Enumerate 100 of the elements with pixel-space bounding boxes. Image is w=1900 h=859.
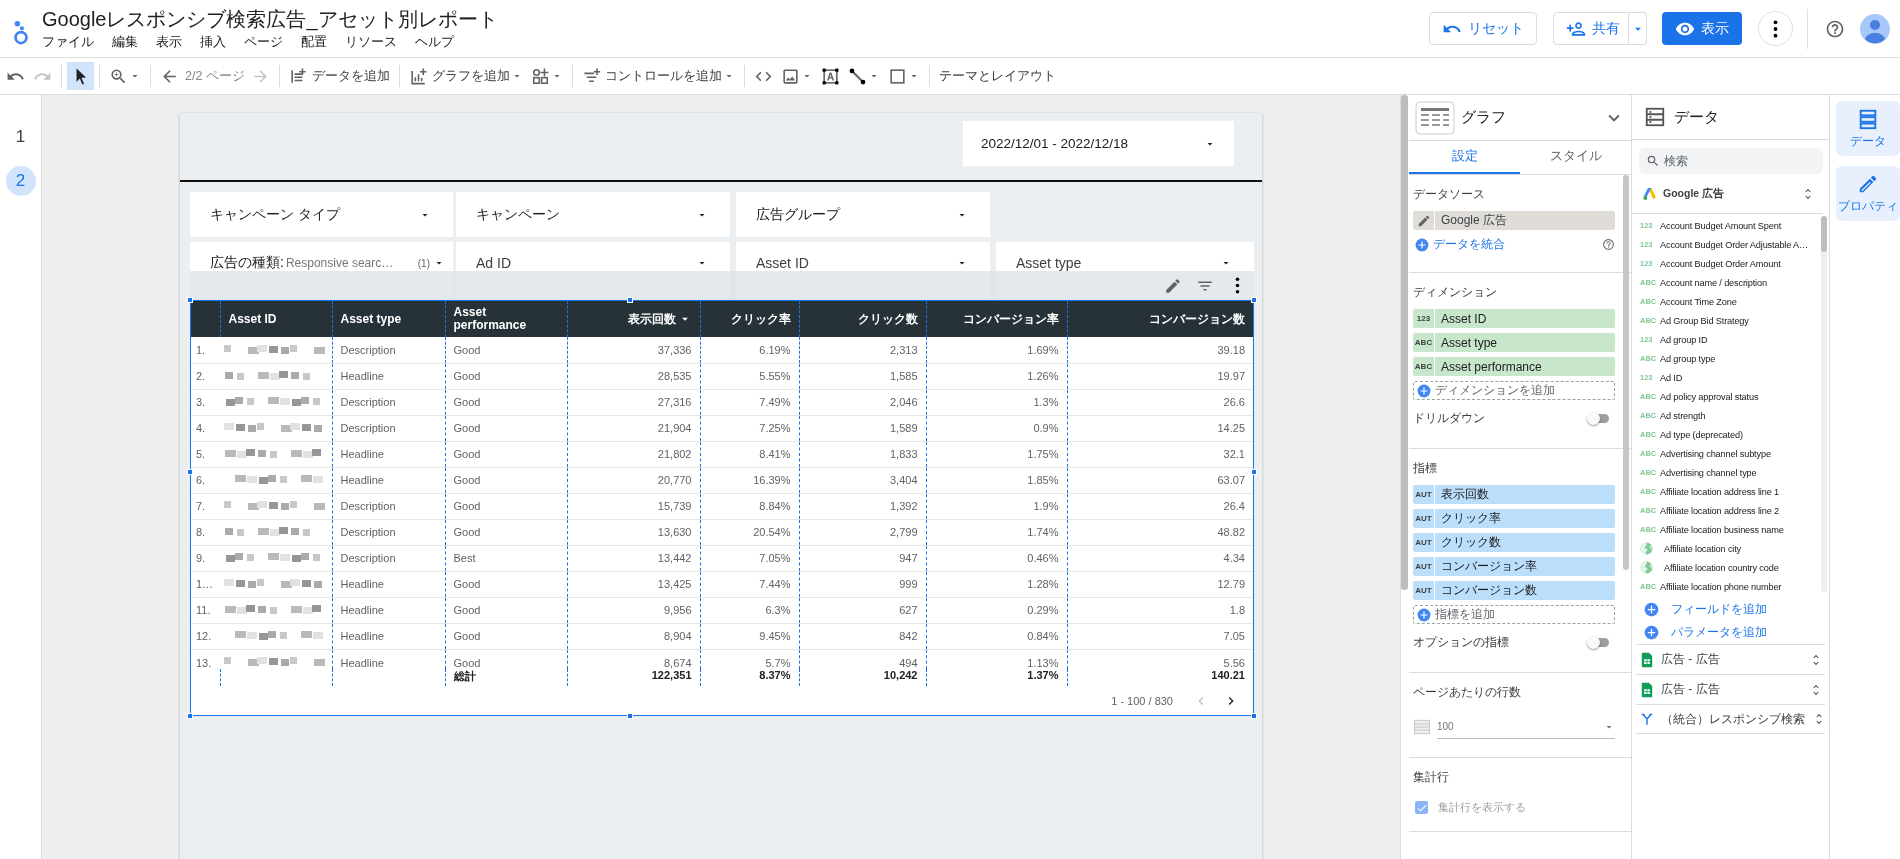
column-header[interactable]: Asset performance bbox=[445, 301, 567, 337]
toggle-switch[interactable] bbox=[1589, 638, 1609, 647]
table-cell: 32.1 bbox=[1067, 441, 1253, 467]
menu-item[interactable]: ページ bbox=[244, 33, 283, 51]
dimension-chip[interactable]: ABC Asset type bbox=[1413, 333, 1615, 352]
data-source-item[interactable]: 広告 - 広告 bbox=[1636, 674, 1825, 704]
page-tab[interactable]: 1 bbox=[5, 122, 36, 152]
table-cell: 8,904 bbox=[567, 623, 700, 649]
column-header[interactable]: クリック率 bbox=[700, 301, 799, 337]
column-header[interactable]: コンバージョン率 bbox=[926, 301, 1067, 337]
table-cell: 5.7% bbox=[700, 649, 799, 669]
menu-item[interactable]: 表示 bbox=[156, 33, 182, 51]
data-source-chip[interactable]: Google 広告 bbox=[1413, 211, 1615, 230]
account-avatar[interactable] bbox=[1860, 13, 1890, 44]
pencil-icon bbox=[1416, 213, 1431, 228]
view-button[interactable]: 表示 bbox=[1662, 12, 1742, 45]
square-icon bbox=[887, 66, 907, 86]
field-item[interactable]: Affiliate location city bbox=[1632, 539, 1829, 558]
table-cell: 0.84% bbox=[926, 623, 1067, 649]
section-heading: ディメンション bbox=[1413, 285, 1498, 300]
resize-handle[interactable] bbox=[187, 469, 193, 475]
add-parameter-link[interactable]: パラメータを追加 bbox=[1671, 624, 1817, 641]
metric-chip[interactable]: AUT クリック数 bbox=[1413, 533, 1615, 552]
menu-item[interactable]: ヘルプ bbox=[415, 33, 454, 51]
checkbox[interactable] bbox=[1415, 801, 1428, 814]
theme-layout-button[interactable]: テーマとレイアウト bbox=[934, 62, 1060, 90]
metric-chip[interactable]: AUT コンバージョン率 bbox=[1413, 557, 1615, 576]
add-dimension-button[interactable]: ディメンションを追加 bbox=[1413, 381, 1615, 400]
search-field[interactable]: 検索 bbox=[1639, 148, 1823, 174]
sliders-plus-button[interactable]: コントロールを追加 bbox=[577, 62, 739, 90]
resize-handle[interactable] bbox=[627, 297, 633, 303]
row-number: 1. bbox=[191, 337, 220, 363]
scrollbar[interactable] bbox=[1623, 175, 1629, 570]
resize-handle[interactable] bbox=[187, 297, 193, 303]
table-cell: Good bbox=[445, 337, 567, 363]
table-cell: 7.44% bbox=[700, 571, 799, 597]
table-cell: 13,442 bbox=[567, 545, 700, 571]
add-metric-button[interactable]: 指標を追加 bbox=[1413, 605, 1615, 624]
total-cell: 140.21 bbox=[1067, 669, 1253, 686]
table-cell: 39.18 bbox=[1067, 337, 1253, 363]
table-cell: 1,585 bbox=[799, 363, 926, 389]
dimension-chip[interactable]: 123 Asset ID bbox=[1413, 309, 1615, 328]
resize-handle[interactable] bbox=[187, 713, 193, 719]
field-item[interactable]: Affiliate location country code bbox=[1632, 558, 1829, 577]
scrollbar[interactable] bbox=[1821, 216, 1827, 592]
menu-item[interactable]: 編集 bbox=[112, 33, 138, 51]
metric-chip[interactable]: AUT 表示回数 bbox=[1413, 485, 1615, 504]
page-indicator: 2/2 ページ bbox=[184, 67, 246, 85]
share-button[interactable]: 共有 bbox=[1553, 12, 1629, 45]
reset-button[interactable]: リセット bbox=[1429, 12, 1537, 45]
resize-handle[interactable] bbox=[1251, 297, 1257, 303]
filter-dropdown[interactable]: キャンペーン タイプ bbox=[190, 192, 453, 237]
menu-item[interactable]: 挿入 bbox=[200, 33, 226, 51]
blend-data-link[interactable]: データを統合 bbox=[1433, 237, 1598, 252]
table-cell: Good bbox=[445, 467, 567, 493]
panel-tab[interactable]: 設定 bbox=[1409, 141, 1520, 174]
date-range-control[interactable]: 2022/12/01 - 2022/12/18 bbox=[963, 121, 1234, 166]
table-plus-button[interactable]: データを追加 bbox=[284, 62, 394, 90]
add-circle-icon bbox=[1415, 237, 1429, 252]
table-cell: 27,316 bbox=[567, 389, 700, 415]
chart-plus-button[interactable]: グラフを追加 bbox=[404, 62, 527, 90]
scrollbar[interactable] bbox=[1401, 95, 1408, 590]
table-rows-icon bbox=[1413, 718, 1431, 736]
column-header[interactable]: クリック数 bbox=[799, 301, 926, 337]
data-source-item[interactable]: （統合）レスポンシブ検索 bbox=[1636, 704, 1825, 734]
metric-chip[interactable]: AUT コンバージョン数 bbox=[1413, 581, 1615, 600]
add-field-link[interactable]: フィールドを追加 bbox=[1671, 601, 1817, 618]
filter-dropdown[interactable]: キャンペーン bbox=[456, 192, 730, 237]
rail-button[interactable]: データ bbox=[1836, 101, 1900, 156]
table-cell: 627 bbox=[799, 597, 926, 623]
row-number: 11. bbox=[191, 597, 220, 623]
resize-handle[interactable] bbox=[627, 713, 633, 719]
menu-item[interactable]: リソース bbox=[345, 33, 397, 51]
report-title[interactable]: Googleレスポンシブ検索広告_アセット別レポート bbox=[42, 6, 498, 31]
column-header[interactable]: Asset type bbox=[332, 301, 445, 337]
column-header[interactable]: 表示回数 bbox=[567, 301, 700, 337]
rail-button[interactable]: プロパティ bbox=[1836, 166, 1900, 221]
type-label: AUT bbox=[1415, 562, 1432, 571]
section-heading: 指標 bbox=[1413, 461, 1438, 476]
dimension-chip[interactable]: ABC Asset performance bbox=[1413, 357, 1615, 376]
search-icon bbox=[1646, 154, 1660, 168]
table-cell: Headline bbox=[332, 649, 445, 669]
rows-per-page-select[interactable]: 100 bbox=[1437, 715, 1615, 739]
metric-chip[interactable]: AUT クリック率 bbox=[1413, 509, 1615, 528]
toggle-switch[interactable] bbox=[1589, 414, 1609, 423]
menu-item[interactable]: ファイル bbox=[42, 33, 94, 51]
filter-dropdown[interactable]: 広告グループ bbox=[736, 192, 990, 237]
table-cell: 20,770 bbox=[567, 467, 700, 493]
pointer-button[interactable] bbox=[67, 62, 94, 90]
column-header[interactable]: Asset ID bbox=[220, 301, 332, 337]
menu-item[interactable]: 配置 bbox=[301, 33, 327, 51]
table-cell: 1.3% bbox=[926, 389, 1067, 415]
merge-icon bbox=[1640, 711, 1654, 727]
table-cell: 9,956 bbox=[567, 597, 700, 623]
data-source-item[interactable]: 広告 - 広告 bbox=[1636, 644, 1825, 674]
column-header[interactable]: コンバージョン数 bbox=[1067, 301, 1253, 337]
resize-handle[interactable] bbox=[1251, 713, 1257, 719]
resize-handle[interactable] bbox=[1251, 469, 1257, 475]
panel-tab[interactable]: スタイル bbox=[1520, 141, 1631, 174]
table-cell: 7.05% bbox=[700, 545, 799, 571]
